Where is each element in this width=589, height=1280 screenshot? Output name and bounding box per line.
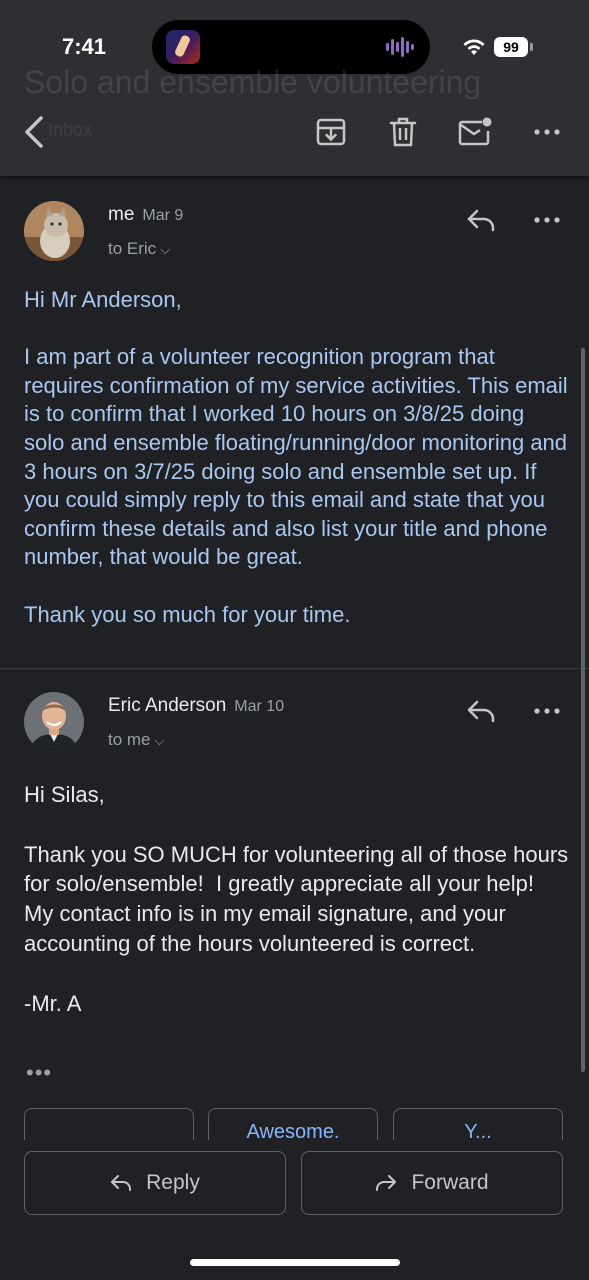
mark-unread-button[interactable] bbox=[455, 112, 495, 152]
message-toolbar: Solo and ensemble volunteering Inbox bbox=[0, 64, 589, 176]
message-body: Hi Mr Anderson, I am part of a volunteer… bbox=[24, 287, 568, 627]
more-icon bbox=[534, 708, 560, 714]
more-icon bbox=[534, 129, 560, 135]
mark-unread-icon bbox=[458, 117, 492, 146]
smart-reply-chip[interactable]: Y... bbox=[393, 1108, 563, 1140]
recipients-toggle[interactable]: to me ⌵ bbox=[108, 730, 164, 750]
chevron-down-icon: ⌵ bbox=[154, 733, 165, 748]
folder-label: Inbox bbox=[48, 120, 93, 140]
reply-icon bbox=[467, 700, 495, 723]
sender-name: Eric Anderson bbox=[108, 695, 227, 716]
message-date: Mar 10 bbox=[234, 698, 285, 715]
smart-reply-chips: Awesome. Y... bbox=[0, 1108, 589, 1140]
back-arrow-icon bbox=[25, 116, 43, 148]
reply-button[interactable] bbox=[461, 691, 501, 731]
avatar[interactable] bbox=[24, 201, 84, 261]
chevron-down-icon: ⌵ bbox=[160, 242, 171, 257]
sender-name: me bbox=[108, 204, 135, 225]
scrollbar[interactable] bbox=[581, 348, 585, 1072]
archive-button[interactable] bbox=[311, 112, 351, 152]
status-time: 7:41 bbox=[62, 34, 107, 59]
audio-waveform-icon bbox=[386, 37, 414, 57]
smart-reply-chip[interactable] bbox=[24, 1108, 194, 1140]
show-trimmed-content-button[interactable]: ••• bbox=[26, 1060, 52, 1086]
forward-label: Forward bbox=[411, 1171, 489, 1194]
subject-title: Solo and ensemble volunteering bbox=[24, 64, 482, 100]
recipients-label: to me bbox=[108, 730, 151, 749]
toolbar-more-button[interactable] bbox=[527, 112, 567, 152]
sender-line: Eric Anderson Mar 10 bbox=[108, 695, 284, 717]
message-more-button[interactable] bbox=[527, 691, 567, 731]
archive-icon bbox=[316, 118, 346, 146]
message-date: Mar 9 bbox=[142, 207, 184, 224]
wifi-icon bbox=[463, 39, 485, 55]
battery-tip bbox=[530, 43, 533, 51]
message-more-button[interactable] bbox=[527, 200, 567, 240]
trash-icon bbox=[389, 117, 417, 147]
forward-action-button[interactable]: Forward bbox=[301, 1151, 563, 1215]
recipients-toggle[interactable]: to Eric ⌵ bbox=[108, 239, 170, 259]
avatar[interactable] bbox=[24, 692, 84, 752]
smart-reply-chip[interactable]: Awesome. bbox=[208, 1108, 378, 1140]
cat-avatar-image bbox=[24, 201, 84, 261]
battery-indicator: 99 bbox=[494, 37, 528, 57]
message-body: Hi Silas, Thank you SO MUCH for voluntee… bbox=[24, 782, 569, 1016]
sender-line: me Mar 9 bbox=[108, 204, 183, 226]
reply-label: Reply bbox=[146, 1171, 200, 1194]
person-avatar-image bbox=[24, 692, 84, 752]
reply-icon bbox=[467, 209, 495, 232]
back-button[interactable] bbox=[14, 112, 54, 152]
reply-icon bbox=[111, 1175, 132, 1191]
message-divider bbox=[0, 668, 589, 669]
recipients-label: to Eric bbox=[108, 239, 157, 258]
reply-action-button[interactable]: Reply bbox=[24, 1151, 286, 1215]
now-playing-app-icon bbox=[166, 30, 200, 64]
home-indicator[interactable] bbox=[190, 1259, 400, 1266]
forward-icon bbox=[376, 1175, 397, 1191]
delete-button[interactable] bbox=[383, 112, 423, 152]
more-icon bbox=[534, 217, 560, 223]
reply-button[interactable] bbox=[461, 200, 501, 240]
